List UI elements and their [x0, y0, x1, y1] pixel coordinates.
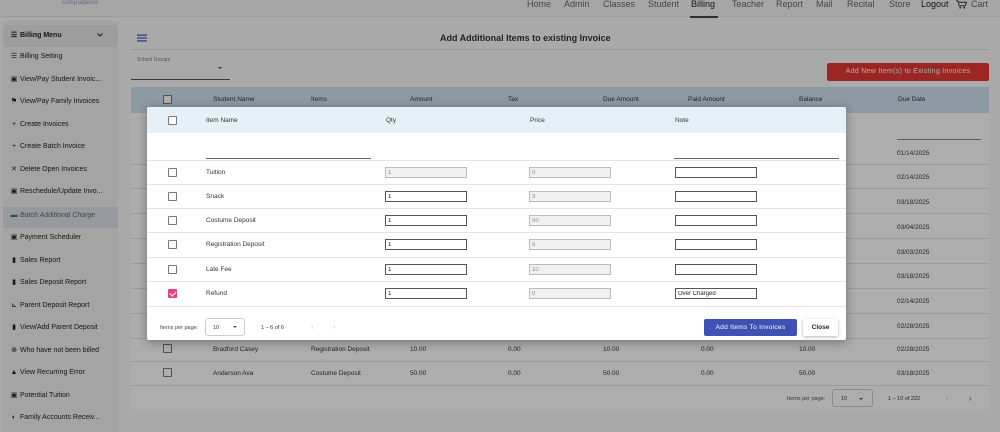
price-input[interactable] — [529, 215, 611, 226]
row-divider — [147, 257, 846, 258]
qty-input[interactable] — [385, 191, 467, 202]
note-input[interactable] — [675, 167, 757, 178]
items-per-page-select[interactable] — [205, 318, 245, 336]
note-input[interactable] — [675, 191, 757, 202]
note-input[interactable] — [675, 239, 757, 250]
item-checkbox[interactable] — [168, 240, 177, 249]
note-input[interactable] — [675, 288, 757, 299]
item-name-cell: Snack — [206, 193, 225, 200]
items-per-page-arrow[interactable] — [233, 326, 237, 328]
row-divider — [147, 208, 846, 209]
qty-input[interactable] — [385, 215, 467, 226]
row-divider — [147, 184, 846, 185]
price-input[interactable] — [529, 167, 611, 178]
item-checkbox[interactable] — [168, 192, 177, 201]
row-divider — [147, 160, 846, 161]
note-input[interactable] — [675, 264, 757, 275]
row-divider — [147, 232, 846, 233]
pagination-range: 1 – 6 of 6 — [261, 325, 284, 331]
previous-page-icon[interactable]: ‹ — [311, 322, 314, 331]
row-divider — [147, 306, 846, 307]
item-name-filter-input[interactable] — [206, 158, 371, 159]
price-input[interactable] — [529, 264, 611, 275]
item-checkbox[interactable] — [168, 168, 177, 177]
items-per-page-value: 10 — [213, 325, 220, 331]
qty-input[interactable] — [385, 264, 467, 275]
add-items-dialog: Item Name Qty Price Note Tuition Snack C… — [147, 107, 846, 340]
add-items-to-invoices-button[interactable]: Add Items To Invoices — [704, 319, 797, 336]
items-per-page-label: Items per page: — [160, 325, 199, 331]
item-checkbox-checked[interactable] — [168, 289, 177, 298]
item-name-cell: Late Fee — [206, 266, 232, 273]
item-name-cell: Costume Deposit — [206, 217, 256, 224]
note-input[interactable] — [675, 215, 757, 226]
col-qty[interactable]: Qty — [386, 117, 396, 124]
price-input[interactable] — [529, 191, 611, 202]
col-item-name[interactable]: Item Name — [206, 117, 238, 124]
price-input[interactable] — [529, 239, 611, 250]
item-name-cell: Refund — [206, 290, 227, 297]
item-checkbox[interactable] — [168, 216, 177, 225]
dialog-table-header — [147, 107, 846, 133]
qty-input[interactable] — [385, 288, 467, 299]
price-input[interactable] — [529, 288, 611, 299]
item-name-cell: Tuition — [206, 169, 226, 176]
qty-input[interactable] — [385, 167, 467, 178]
item-checkbox[interactable] — [168, 265, 177, 274]
item-name-cell: Registration Deposit — [206, 241, 265, 248]
col-note[interactable]: Note — [675, 117, 689, 124]
close-button[interactable]: Close — [803, 319, 838, 336]
next-page-icon[interactable]: › — [333, 322, 336, 331]
note-filter-input[interactable] — [674, 158, 839, 159]
col-price[interactable]: Price — [530, 117, 545, 124]
select-all-items-checkbox[interactable] — [168, 116, 177, 125]
qty-input[interactable] — [385, 239, 467, 250]
row-divider — [147, 281, 846, 282]
